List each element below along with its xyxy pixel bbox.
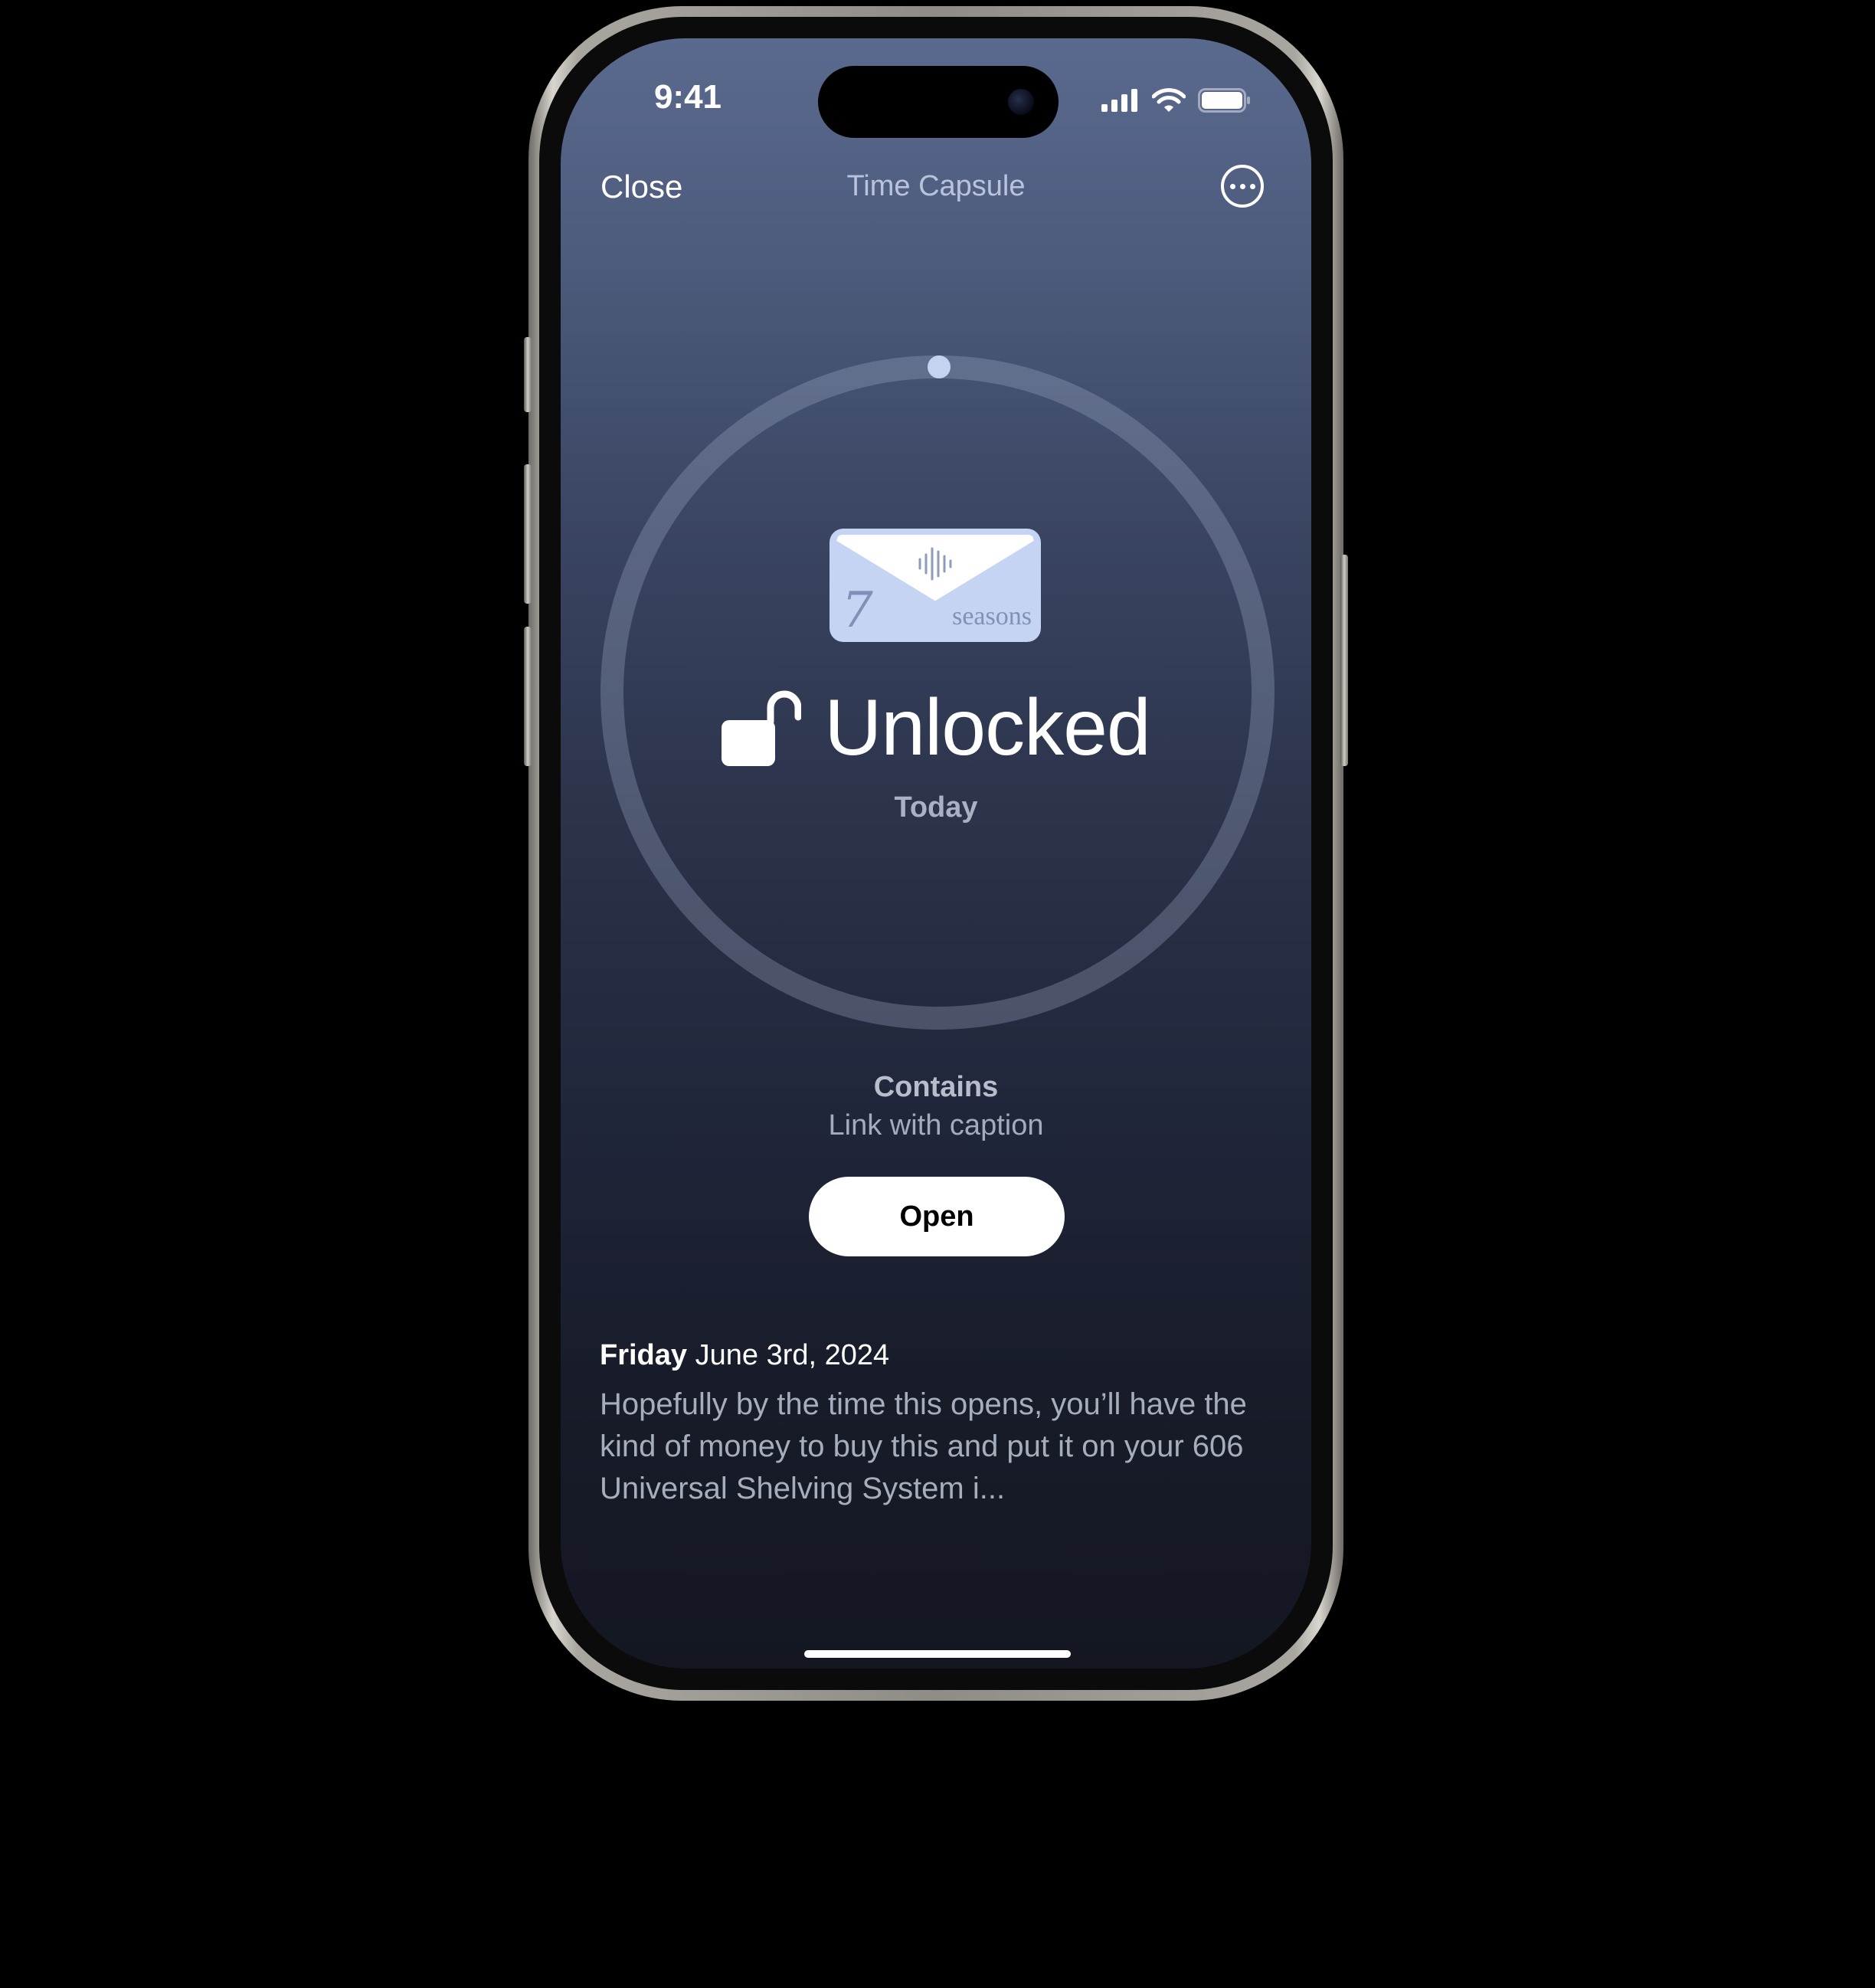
- envelope-audio-icon: 7 seasons: [830, 529, 1041, 642]
- wifi-icon: [1152, 88, 1186, 112]
- dynamic-island: [818, 66, 1059, 138]
- unlocked-padlock-icon: [722, 690, 802, 766]
- progress-marker: [928, 355, 951, 378]
- action-button: [524, 337, 532, 412]
- envelope-brand-word: seasons: [952, 602, 1032, 630]
- open-button[interactable]: Open: [809, 1177, 1065, 1256]
- note-day: Friday: [600, 1339, 688, 1371]
- volume-up-button: [524, 464, 532, 604]
- note-date: Friday June 3rd, 2024: [600, 1339, 889, 1372]
- more-options-button[interactable]: [1221, 165, 1264, 208]
- note-date-text: June 3rd, 2024: [695, 1339, 890, 1371]
- front-camera: [1008, 89, 1034, 115]
- status-title: Unlocked: [824, 683, 1151, 772]
- unlock-status: Unlocked: [561, 682, 1311, 774]
- power-button: [1340, 555, 1348, 766]
- status-icons: [1101, 87, 1252, 113]
- cellular-signal-icon: [1101, 89, 1137, 112]
- ellipsis-circle-icon: [1229, 183, 1235, 189]
- contains-value: Link with caption: [828, 1109, 1044, 1141]
- app-screen: 9:41 Close Time Capsule 7 seasons Unlock…: [561, 38, 1311, 1669]
- nav-title: Time Capsule: [846, 170, 1026, 202]
- note-body[interactable]: Hopefully by the time this opens, you’ll…: [600, 1384, 1280, 1510]
- unlock-date: Today: [894, 791, 978, 824]
- home-indicator[interactable]: [804, 1650, 1071, 1658]
- battery-icon: [1198, 88, 1250, 113]
- contains-label: Contains: [873, 1071, 999, 1103]
- volume-down-button: [524, 627, 532, 766]
- envelope-brand-number: 7: [842, 582, 873, 639]
- status-time: 9:41: [653, 78, 722, 116]
- phone-frame: 9:41 Close Time Capsule 7 seasons Unlock…: [524, 6, 1348, 1701]
